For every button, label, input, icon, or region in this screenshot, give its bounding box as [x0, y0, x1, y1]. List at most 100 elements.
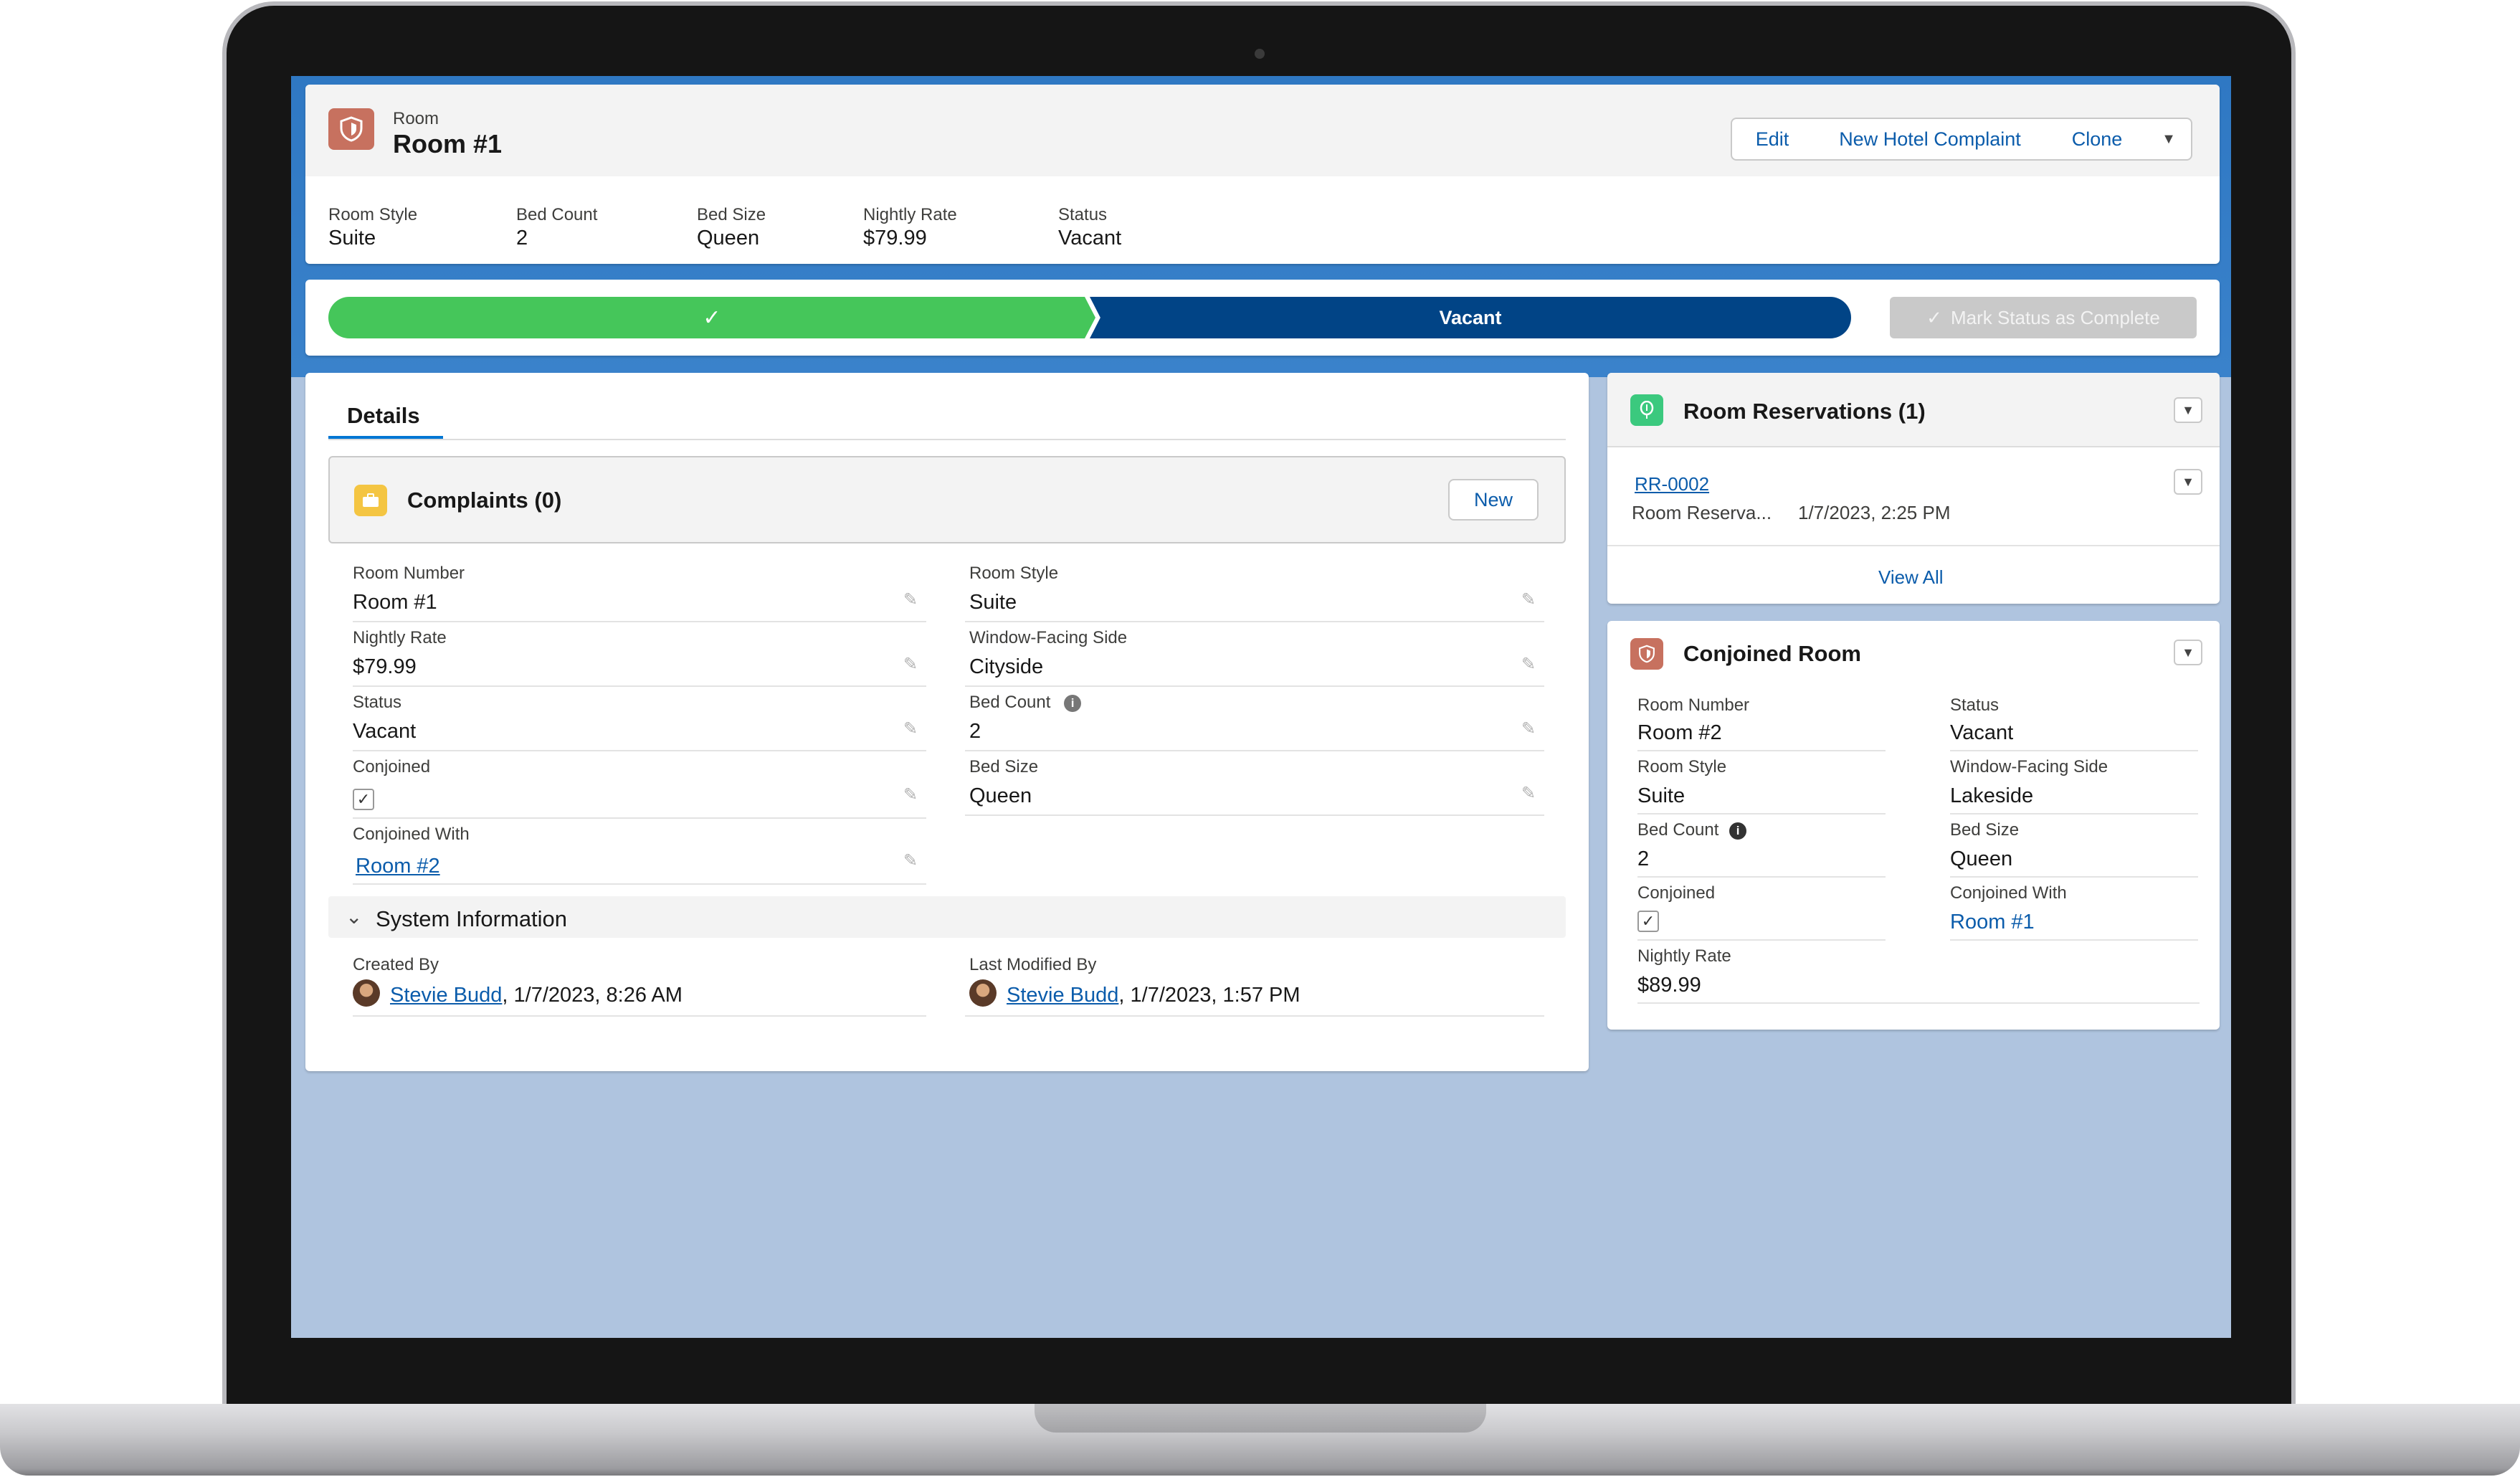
reservations-menu-button[interactable]: ▼: [2174, 397, 2202, 423]
conjoined-room-title: Conjoined Room: [1683, 641, 1861, 666]
laptop-notch: [1035, 1404, 1486, 1433]
created-by-row: Stevie Budd, 1/7/2023, 8:26 AM: [390, 984, 683, 1007]
briefcase-icon: [354, 485, 387, 516]
info-icon[interactable]: i: [1064, 694, 1082, 712]
bed-count-label-row: Bed Count i: [1637, 820, 1747, 840]
clone-button[interactable]: Clone: [2048, 118, 2148, 161]
complaints-title[interactable]: Complaints (0): [407, 488, 561, 513]
view-all-link[interactable]: View All: [1878, 566, 1944, 589]
room-shield-icon: [328, 108, 374, 150]
path-stage-current[interactable]: Vacant: [1090, 297, 1851, 338]
pencil-icon[interactable]: ✎: [903, 589, 918, 610]
pencil-icon[interactable]: ✎: [1521, 654, 1536, 675]
field-value: 2: [1637, 847, 1650, 870]
path-stage-completed[interactable]: ✓: [328, 297, 1095, 338]
field-label: Nightly Rate: [1637, 946, 1731, 966]
highlight-label: Room Style: [328, 205, 418, 224]
list-divider: [1607, 545, 2220, 546]
screen: Room Room #1 Edit New Hotel Complaint Cl…: [291, 76, 2231, 1338]
field-value: Room #1: [353, 591, 437, 614]
field-divider: [1950, 876, 2198, 878]
field-divider: [1637, 813, 1886, 814]
field-divider: [965, 621, 1544, 622]
chevron-down-icon: ▼: [2182, 645, 2195, 660]
pencil-icon[interactable]: ✎: [903, 718, 918, 739]
highlight-label: Bed Size: [697, 205, 766, 224]
pencil-icon[interactable]: ✎: [903, 654, 918, 675]
mark-status-complete-button[interactable]: ✓ Mark Status as Complete: [1890, 297, 2197, 338]
pencil-icon[interactable]: ✎: [1521, 783, 1536, 804]
conjoined-room-menu-button[interactable]: ▼: [2174, 640, 2202, 665]
conjoined-with-link[interactable]: Room #2: [356, 855, 440, 878]
avatar: [969, 979, 997, 1007]
conjoined-room-card: Conjoined Room ▼ Room Number Room #2 Roo…: [1607, 621, 2220, 1030]
highlight-label: Nightly Rate: [863, 205, 957, 224]
field-label: Status: [1950, 695, 2000, 715]
field-divider: [965, 1015, 1544, 1017]
pencil-icon[interactable]: ✎: [1521, 718, 1536, 739]
field-label: Room Number: [353, 564, 465, 583]
field-divider: [1950, 750, 2198, 751]
field-divider: [353, 685, 926, 687]
status-path: ✓ Vacant ✓ Mark Status as Complete: [305, 280, 2220, 356]
highlight-value: Suite: [328, 227, 376, 250]
field-label: Room Style: [1637, 757, 1727, 776]
field-divider: [1950, 813, 2198, 814]
avatar: [353, 979, 380, 1007]
path-stage-label: Vacant: [1439, 306, 1502, 328]
mark-status-label: Mark Status as Complete: [1950, 306, 2160, 328]
balloon-icon: [1630, 394, 1663, 426]
reservations-title[interactable]: Room Reservations (1): [1683, 399, 1926, 424]
field-value: Room #2: [1637, 721, 1722, 744]
modified-by-user-link[interactable]: Stevie Budd: [1007, 984, 1118, 1007]
field-value: Vacant: [1950, 721, 2014, 744]
created-by-user-link[interactable]: Stevie Budd: [390, 984, 502, 1007]
field-label: Conjoined: [353, 757, 431, 776]
field-divider: [353, 750, 926, 751]
field-value: Cityside: [969, 655, 1044, 678]
conjoined-checkbox[interactable]: ✓: [1637, 911, 1659, 932]
field-divider: [353, 621, 926, 622]
highlight-label: Bed Count: [516, 205, 598, 224]
system-information-header[interactable]: ⌄ System Information: [328, 896, 1566, 938]
field-label: Bed Count: [1637, 820, 1719, 840]
field-value: Suite: [1637, 784, 1685, 807]
field-label: Conjoined: [1637, 883, 1716, 903]
tab-details[interactable]: Details: [347, 403, 420, 429]
new-hotel-complaint-button[interactable]: New Hotel Complaint: [1812, 118, 2049, 161]
field-label: Window-Facing Side: [969, 628, 1128, 647]
new-complaint-button[interactable]: New: [1448, 479, 1539, 521]
laptop-frame: Room Room #1 Edit New Hotel Complaint Cl…: [0, 0, 2520, 1482]
conjoined-checkbox[interactable]: ✓: [353, 789, 374, 810]
reservation-link[interactable]: RR-0002: [1635, 473, 1709, 495]
check-icon: ✓: [1926, 306, 1942, 328]
pencil-icon[interactable]: ✎: [1521, 589, 1536, 610]
field-value: Queen: [969, 784, 1032, 807]
pencil-icon[interactable]: ✎: [903, 850, 918, 871]
chevron-down-icon: ▼: [2182, 474, 2195, 489]
pencil-icon[interactable]: ✎: [903, 784, 918, 805]
field-value: Queen: [1950, 847, 2013, 870]
field-value: Suite: [969, 591, 1017, 614]
field-label: Created By: [353, 955, 439, 974]
field-label: Room Style: [969, 564, 1059, 583]
edit-button[interactable]: Edit: [1731, 118, 1814, 161]
field-label: Bed Size: [1950, 820, 2020, 840]
field-divider: [965, 750, 1544, 751]
field-value: $79.99: [353, 655, 417, 678]
field-label: Nightly Rate: [353, 628, 447, 647]
section-title: System Information: [376, 906, 568, 931]
more-actions-button[interactable]: ▼: [2146, 118, 2192, 161]
field-value: 2: [969, 720, 981, 743]
field-divider: [1637, 876, 1886, 878]
field-divider: [1637, 750, 1886, 751]
bed-count-label-row: Bed Count i: [969, 693, 1082, 713]
reservation-row-menu-button[interactable]: ▼: [2174, 469, 2202, 495]
record-header: Room Room #1 Edit New Hotel Complaint Cl…: [305, 85, 2220, 264]
info-icon[interactable]: i: [1729, 822, 1747, 840]
chevron-down-icon: ▼: [2162, 130, 2176, 147]
created-by-date: , 1/7/2023, 8:26 AM: [502, 984, 683, 1007]
field-value: Lakeside: [1950, 784, 2034, 807]
field-label: Status: [353, 693, 402, 712]
conjoined-with-link[interactable]: Room #1: [1950, 911, 2035, 934]
